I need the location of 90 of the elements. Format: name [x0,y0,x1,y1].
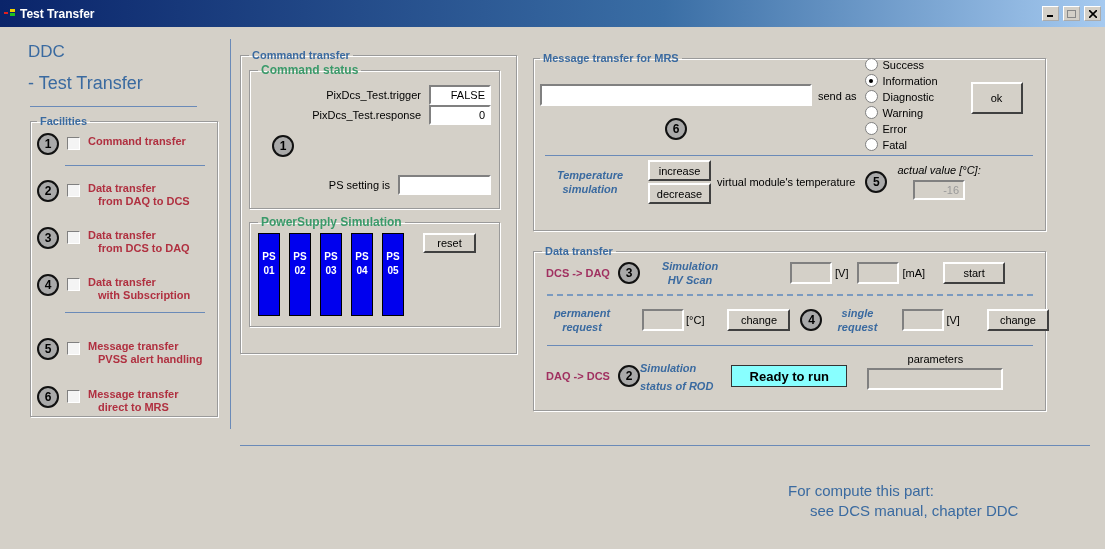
unit-label: [V] [946,314,960,326]
value-field: 0 [429,105,491,125]
power-supply-indicator: PS 03 [320,233,342,316]
checkbox[interactable] [67,390,80,403]
number-badge: 1 [37,133,59,155]
change-button[interactable]: change [727,309,791,331]
radio-button[interactable] [864,90,878,103]
number-badge: 5 [865,171,888,193]
number-badge: 3 [37,227,59,249]
radio-button[interactable] [864,122,878,135]
window-title: Test Transfer [20,6,96,21]
number-badge: 1 [272,135,294,157]
status-indicator: Ready to run [731,365,848,387]
radio-option[interactable]: Fatal [864,138,965,151]
radio-option[interactable]: Information [864,74,965,87]
app-title: DDC [28,42,66,62]
actual-value-label: actual value [°C]: [897,164,981,176]
checkbox[interactable] [67,231,80,244]
panel-title: Command transfer [251,49,351,61]
voltage-field[interactable] [902,309,945,331]
number-badge: 6 [665,118,687,140]
temperature-title: Temperature simulation [555,168,625,196]
unit-label: [°C] [686,314,705,326]
radio-button[interactable] [864,74,878,87]
radio-button[interactable] [864,106,878,119]
number-badge: 6 [37,386,59,408]
number-badge: 3 [618,262,640,284]
field-label: PixDcs_Test.response [312,109,421,121]
number-badge: 2 [618,365,640,387]
checkbox[interactable] [67,342,80,355]
facility-label: Data transfer with Subscription [88,276,191,302]
facility-label: Data transfer from DAQ to DCS [88,182,190,208]
field-label: PS setting is [328,179,390,191]
value-field: FALSE [429,85,491,105]
panel-title: PowerSupply Simulation [260,215,403,229]
app-icon [4,8,16,19]
close-icon [1088,9,1097,18]
reset-button[interactable]: reset [423,233,476,253]
ps-setting-field[interactable] [398,175,491,195]
app-subtitle: - Test Transfer [28,73,144,94]
radio-option[interactable]: Success [864,58,965,71]
facility-label: Data transfer from DCS to DAQ [88,229,190,255]
panel-title: Command status [260,63,360,77]
radio-option[interactable]: Diagnostic [864,90,965,103]
radio-option[interactable]: Error [864,122,965,135]
parameters-field[interactable] [867,367,1004,390]
message-field[interactable] [540,84,812,106]
power-supply-indicator: PS 05 [382,233,404,316]
direction-label: DCS -> DAQ [545,267,611,279]
permanent-request-label: permanent request [552,306,612,334]
close-button[interactable] [1084,6,1101,21]
number-badge: 4 [800,309,823,331]
radio-button[interactable] [864,138,878,151]
radio-option[interactable]: Warning [864,106,965,119]
hv-scan-title: Simulation HV Scan [660,259,720,287]
power-supply-indicator: PS 04 [351,233,373,316]
panel-title: Message transfer for MRS [542,52,680,64]
change-button[interactable]: change [986,309,1049,331]
temperature-field[interactable] [642,309,684,331]
rod-status-title: Simulation status of ROD [640,362,714,392]
voltage-field[interactable] [790,262,832,284]
number-badge: 5 [37,338,59,360]
maximize-icon [1067,9,1076,18]
panel-title: Facilities [39,115,89,127]
facility-label: Message transfer direct to MRS [88,388,179,414]
temperature-caption: virtual module's temperature [717,176,856,188]
single-request-label: single request [836,306,879,334]
number-badge: 4 [37,274,59,296]
parameters-label: parameters [907,352,964,365]
facility-label: Command transfer [88,135,186,148]
footer-note: see DCS manual, chapter DDC [809,502,1020,519]
unit-label: [V] [835,267,849,279]
direction-label: DAQ -> DCS [545,370,611,382]
minimize-button[interactable] [1042,6,1059,21]
checkbox[interactable] [67,184,80,197]
radio-button[interactable] [864,58,878,71]
power-supply-indicator: PS 01 [258,233,280,316]
number-badge: 2 [37,180,59,202]
footer-note: For compute this part: [788,482,935,499]
start-button[interactable]: start [943,262,1006,284]
facility-label: Message transfer PVSS alert handling [88,340,203,366]
current-field[interactable] [857,262,900,284]
send-as-label: send as [818,90,857,102]
unit-label: [mA] [902,267,926,279]
checkbox[interactable] [67,278,80,291]
checkbox[interactable] [67,137,80,150]
power-supply-indicator: PS 02 [289,233,311,316]
field-label: PixDcs_Test.trigger [326,89,421,101]
ok-button[interactable]: ok [970,82,1023,114]
panel-title: Data transfer [544,245,614,257]
